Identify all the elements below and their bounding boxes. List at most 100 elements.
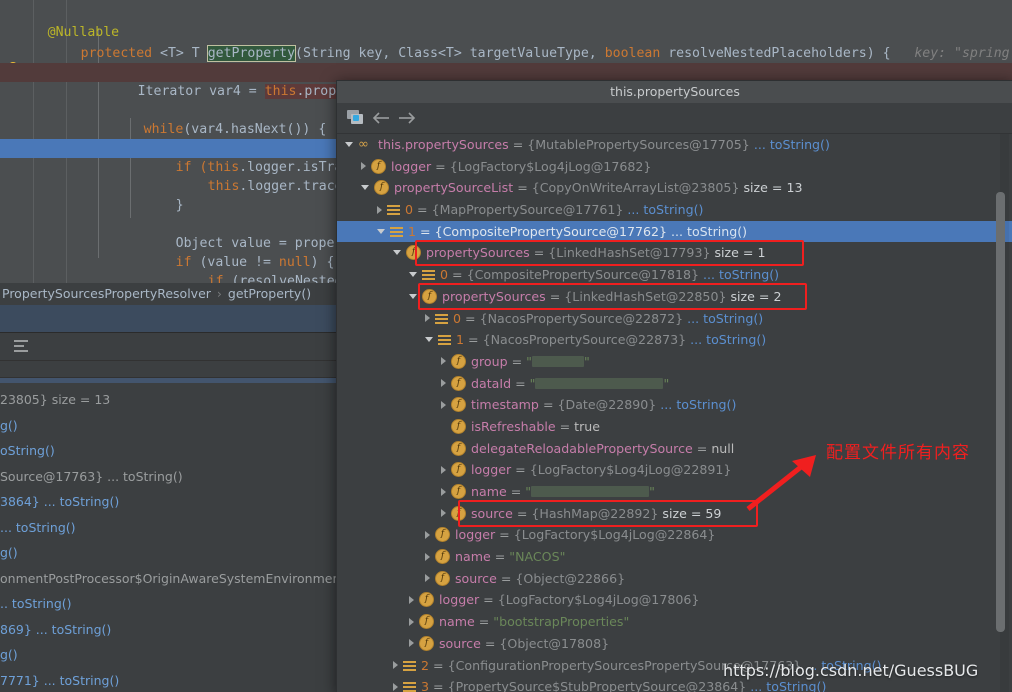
field-icon: f (451, 462, 466, 478)
chevron-down-icon[interactable] (393, 250, 401, 256)
forward-button[interactable] (395, 108, 417, 128)
tree-scrollbar-thumb[interactable] (996, 192, 1005, 632)
code-text: Iterator var4 = (137, 84, 265, 99)
chevron-down-icon[interactable] (345, 142, 353, 147)
variables-tree[interactable]: ∞ this.propertySources = {MutableProperty… (337, 134, 1012, 692)
tree-row[interactable]: ∞ this.propertySources = {MutableProperty… (337, 134, 1012, 156)
tree-row-tostring-link[interactable]: ... toString() (667, 224, 747, 239)
chevron-right-icon[interactable] (361, 162, 366, 171)
tree-row-name: logger (455, 527, 496, 543)
tree-row[interactable]: 0 = {NacosPropertySource@22872} ... toSt… (337, 308, 1012, 330)
tree-row[interactable]: 1 = {NacosPropertySource@22873} ... toSt… (337, 329, 1012, 351)
tree-row-name: 3 (421, 679, 430, 692)
tree-row[interactable]: f propertySourceList = {CopyOnWriteArrayL… (337, 177, 1012, 199)
breadcrumb-separator-icon: › (216, 286, 222, 301)
tree-row-name: logger (391, 158, 432, 174)
tree-scrollbar-track[interactable] (996, 134, 1009, 692)
tree-row-equals: = (480, 635, 500, 651)
field-icon: f (451, 375, 466, 391)
chevron-down-icon[interactable] (377, 228, 385, 234)
chevron-right-icon[interactable] (425, 314, 430, 322)
tree-row[interactable]: f dataId = " " (337, 373, 1012, 395)
tree-row[interactable]: f source = {Object@22866} (337, 568, 1012, 590)
tree-row-equals: = (511, 375, 530, 391)
tree-row[interactable]: f name = " " (337, 481, 1012, 503)
tree-row[interactable]: f timestamp = {Date@22890} ... toString() (337, 394, 1012, 416)
chevron-down-icon[interactable] (361, 185, 369, 191)
tree-row-tostring-link[interactable]: ... toString() (699, 267, 779, 282)
bg-row-text: g() (0, 417, 18, 433)
chevron-right-icon[interactable] (409, 595, 414, 604)
tree-row-equals: = (538, 397, 558, 413)
settings-lines-icon[interactable] (14, 340, 28, 352)
tree-row[interactable]: f source = {HashMap@22892} size = 59 (337, 503, 1012, 525)
field-icon: f (451, 484, 466, 499)
bg-row-text: 7771} ... toString() (0, 672, 120, 688)
tree-row[interactable]: f propertySources = {LinkedHashSet@17793}… (337, 242, 1012, 264)
tree-row[interactable]: 0 = {MapPropertySource@17761} ... toStri… (337, 199, 1012, 221)
breadcrumb-class[interactable]: PropertySourcesPropertyResolver (2, 286, 211, 301)
inspect-popup-window[interactable]: this.propertySources ∞ this.propertySour… (336, 80, 1012, 692)
redacted-value (531, 355, 584, 367)
tree-row[interactable]: f name = "bootstrapProperties" (337, 611, 1012, 633)
tree-row[interactable]: f isRefreshable = true (337, 416, 1012, 438)
tree-row-tostring-link[interactable]: ... toString() (623, 202, 703, 217)
back-button[interactable] (371, 108, 393, 128)
chevron-right-icon[interactable] (441, 465, 446, 474)
tree-row[interactable]: f logger = {LogFactory$Log4jLog@17806} (337, 589, 1012, 611)
tree-row-type: {MapPropertySource@17761} (431, 202, 624, 218)
bg-row-text: oString() (0, 443, 55, 458)
tree-row-tostring-link[interactable]: ... toString() (750, 137, 830, 152)
chevron-right-icon[interactable] (377, 205, 382, 214)
tree-row[interactable]: f logger = {LogFactory$Log4jLog@22864} (337, 524, 1012, 546)
chevron-right-icon[interactable] (409, 639, 414, 648)
breadcrumb-method[interactable]: getProperty() (228, 286, 311, 301)
tree-row-name: name (455, 549, 491, 565)
tree-row-equals: = (545, 288, 565, 304)
tree-row-equals: = (413, 202, 432, 218)
tree-row-type: {LogFactory$Log4jLog@17682} (449, 158, 652, 174)
tree-row[interactable]: 1 = {CompositePropertySource@17762} ... … (337, 220, 1012, 243)
field-icon: f (435, 549, 450, 565)
field-icon: f (451, 440, 466, 456)
tree-row[interactable]: f propertySources = {LinkedHashSet@22850}… (337, 286, 1012, 308)
tree-row-equals: = (529, 245, 549, 261)
tree-row-equals: = (490, 549, 510, 565)
field-icon: f (406, 245, 421, 261)
chevron-right-icon[interactable] (441, 357, 446, 366)
tree-row-size: size = 13 (739, 180, 803, 196)
field-icon: f (451, 353, 466, 369)
tree-row-tostring-link[interactable]: ... toString() (686, 332, 766, 347)
chevron-right-icon[interactable] (441, 509, 446, 518)
chevron-down-icon[interactable] (409, 272, 417, 278)
tree-row[interactable]: f name = "NACOS" (337, 546, 1012, 568)
chevron-down-icon[interactable] (425, 337, 433, 343)
tree-row-tostring-link[interactable]: ... toString() (746, 679, 826, 692)
chevron-right-icon[interactable] (441, 379, 446, 388)
tree-row[interactable]: f group = " " (337, 351, 1012, 373)
tree-row-name: 2 (421, 657, 430, 673)
tree-row-value: true (574, 418, 600, 434)
tree-row-equals: = (464, 332, 483, 348)
chevron-right-icon[interactable] (441, 487, 446, 496)
chevron-right-icon[interactable] (409, 617, 414, 626)
chevron-right-icon[interactable] (425, 552, 430, 561)
tree-row-type: {LinkedHashSet@17793} (548, 245, 711, 261)
field-icon: f (374, 180, 389, 196)
tree-row-tostring-link[interactable]: ... toString() (683, 311, 763, 326)
chevron-right-icon[interactable] (425, 530, 430, 539)
chevron-right-icon[interactable] (425, 574, 430, 583)
chevron-down-icon[interactable] (409, 293, 417, 299)
tree-row-equals: = (479, 592, 498, 608)
arrow-left-icon (372, 112, 389, 124)
chevron-right-icon[interactable] (441, 400, 446, 409)
tree-row-tostring-link[interactable]: ... toString() (656, 397, 736, 412)
tree-row[interactable]: f source = {Object@17808} (337, 633, 1012, 655)
tree-row-size: size = 1 (710, 245, 766, 261)
tree-row[interactable]: f logger = {LogFactory$Log4jLog@17682} (337, 156, 1012, 178)
popup-toolbar[interactable] (337, 103, 1012, 134)
chevron-right-icon[interactable] (393, 682, 398, 691)
tree-row[interactable]: 0 = {CompositePropertySource@17818} ... … (337, 264, 1012, 286)
restore-layout-button[interactable] (345, 108, 367, 128)
chevron-right-icon[interactable] (393, 661, 398, 669)
